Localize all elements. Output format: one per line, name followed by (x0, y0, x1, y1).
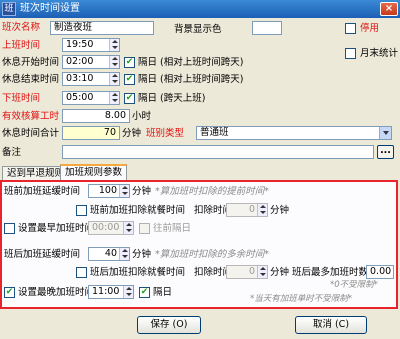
rest-total-label: 休息时间合计 (2, 128, 60, 139)
save-button[interactable]: 保存 (O) (137, 316, 201, 334)
post-deduct-time-unit: 分钟 (270, 267, 290, 278)
rest-start-input[interactable]: 02:00 (62, 55, 120, 69)
post-delay-value: 40 (104, 248, 117, 259)
off-duty-spinner[interactable] (109, 92, 119, 104)
off-duty-nextday-label: 隔日 (跨天上班) (138, 93, 206, 104)
pre-delay-input[interactable]: 100 (88, 184, 130, 198)
latest-next-day-label: 隔日 (153, 287, 173, 298)
rest-end-spinner[interactable] (109, 73, 119, 85)
remark-input[interactable] (62, 145, 374, 159)
post-max-input[interactable]: 0.00 (366, 265, 394, 279)
post-delay-spinner[interactable] (119, 248, 129, 260)
pre-delay-spinner[interactable] (119, 185, 129, 197)
off-duty-input[interactable]: 05:00 (62, 91, 120, 105)
bg-color-label: 背景显示色 (174, 24, 222, 35)
month-end-checkbox[interactable] (345, 48, 356, 59)
on-duty-spinner[interactable] (109, 39, 119, 51)
off-duty-value: 05:00 (66, 92, 94, 103)
rest-start-value: 02:00 (66, 56, 94, 67)
rest-end-nextday-checkbox[interactable]: ✔ (124, 74, 135, 85)
pre-delay-value: 100 (98, 185, 117, 196)
rest-start-label: 休息开始时间 (2, 57, 60, 68)
on-duty-input[interactable]: 19:50 (62, 38, 120, 52)
post-deduct-time-spinner (257, 266, 267, 278)
month-end-label: 月末统计 (360, 48, 399, 59)
post-max-label: 班后最多加班时数 (292, 267, 369, 278)
earliest-value: 00:00 (92, 222, 120, 233)
chevron-down-icon[interactable] (379, 127, 391, 139)
rest-start-nextday-label: 隔日 (相对上班时间跨天) (138, 57, 244, 68)
rest-end-nextday-label: 隔日 (相对上班时间跨天) (138, 74, 244, 85)
rest-total-unit: 分钟 (122, 128, 142, 139)
tab-late-early-rules[interactable]: 迟到早退规则 (2, 166, 70, 181)
earliest-label: 设置最早加班时间 (18, 223, 95, 234)
close-button[interactable]: × (380, 2, 398, 16)
rest-start-spinner[interactable] (109, 56, 119, 68)
window-title: 班次时间设置 (20, 3, 80, 14)
valid-hours-unit: 小时 (132, 111, 152, 122)
latest-spinner[interactable] (123, 286, 133, 298)
note-overtime-order: *当天有加班单时不受限制* (250, 294, 353, 304)
post-delay-hint: *算加班时扣除的多余时间* (155, 249, 270, 260)
on-duty-label: 上班时间 (2, 40, 41, 51)
on-duty-value: 19:50 (66, 39, 94, 50)
remark-label: 备注 (2, 147, 22, 158)
rest-start-nextday-checkbox[interactable]: ✔ (124, 57, 135, 68)
latest-label: 设置最晚加班时间 (18, 287, 95, 298)
rest-total-input: 70 (62, 126, 120, 140)
rest-end-value: 03:10 (66, 73, 94, 84)
earliest-prev-day-checkbox (139, 223, 150, 234)
pre-deduct-time-value: 0 (248, 204, 255, 215)
shift-type-label: 班别类型 (146, 128, 185, 139)
shift-name-input[interactable]: 制造夜班 (50, 21, 154, 35)
pre-delay-label: 班前加班延缓时间 (4, 186, 81, 197)
note-unlimited: *0不受限制* (330, 280, 378, 290)
valid-hours-label: 有效核算工时 (2, 111, 60, 122)
off-duty-label: 下班时间 (2, 93, 41, 104)
remark-browse-button[interactable]: ... (377, 145, 394, 159)
off-duty-nextday-checkbox[interactable]: ✔ (124, 93, 135, 104)
rest-end-input[interactable]: 03:10 (62, 72, 120, 86)
rest-end-label: 休息结束时间 (2, 74, 60, 85)
latest-value: 11:00 (92, 286, 120, 297)
disabled-checkbox[interactable] (345, 23, 356, 34)
earliest-spinner (123, 222, 133, 234)
post-delay-input[interactable]: 40 (88, 247, 130, 261)
valid-hours-input[interactable]: 8.00 (62, 109, 130, 123)
pre-deduct-time-unit: 分钟 (270, 205, 290, 216)
cancel-button[interactable]: 取消 (C) (295, 316, 367, 334)
pre-deduct-time-input: 0 (226, 203, 268, 217)
earliest-input: 00:00 (88, 221, 134, 235)
shift-type-value: 普通班 (200, 127, 229, 138)
post-deduct-meal-label: 班后加班扣除就餐时间 (90, 267, 186, 278)
earliest-checkbox[interactable] (4, 223, 15, 234)
tab-overtime-rules[interactable]: 加班规则参数 (60, 164, 128, 181)
shift-name-label: 班次名称 (2, 22, 41, 33)
pre-delay-hint: *算加班时扣除的提前时间* (155, 186, 270, 197)
latest-next-day-checkbox[interactable]: ✔ (139, 287, 150, 298)
earliest-prev-day-label: 往前隔日 (153, 223, 192, 234)
pre-deduct-meal-label: 班前加班扣除就餐时间 (90, 205, 186, 216)
latest-checkbox[interactable]: ✔ (4, 287, 15, 298)
pre-deduct-meal-checkbox[interactable] (76, 205, 87, 216)
bg-color-picker[interactable] (252, 21, 282, 35)
post-deduct-time-value: 0 (248, 266, 255, 277)
shift-type-select[interactable]: 普通班 (196, 126, 392, 140)
pre-delay-unit: 分钟 (132, 186, 152, 197)
app-icon: 班 (2, 2, 16, 16)
pre-deduct-time-spinner (257, 204, 267, 216)
post-delay-label: 班后加班延缓时间 (4, 249, 81, 260)
post-delay-unit: 分钟 (132, 249, 152, 260)
latest-input[interactable]: 11:00 (88, 285, 134, 299)
disabled-label: 停用 (360, 23, 380, 34)
title-bar: 班 班次时间设置 × (0, 0, 400, 18)
post-deduct-time-input: 0 (226, 265, 268, 279)
post-deduct-meal-checkbox[interactable] (76, 267, 87, 278)
